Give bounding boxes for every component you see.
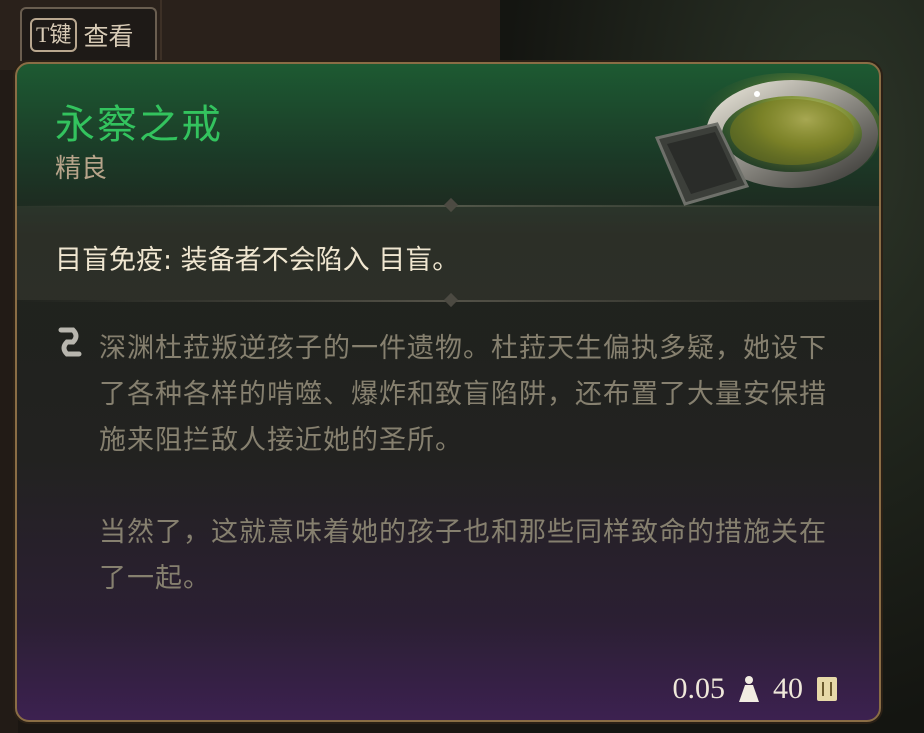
scroll-icon bbox=[58, 327, 82, 357]
lore-paragraph: 深渊杜菈叛逆孩子的一件遗物。杜菈天生偏执多疑，她设下了各种各样的啃噬、爆炸和致盲… bbox=[99, 333, 827, 456]
item-name: 永察之戒 bbox=[55, 102, 223, 148]
lore-paragraph: 当然了，这就意味着她的孩子也和那些同样致命的措施关在了一起。 bbox=[99, 517, 827, 594]
item-lore: 深渊杜菈叛逆孩子的一件遗物。杜菈天生偏执多疑，她设下了各种各样的啃噬、爆炸和致盲… bbox=[99, 326, 849, 602]
item-stats: 0.05 40 bbox=[673, 672, 840, 706]
item-weight: 0.05 bbox=[672, 672, 726, 705]
key-cap: T键 bbox=[30, 18, 78, 52]
item-tooltip: 永察之戒 精良 目盲免疫: 装备者不会陷入 目盲。 深渊杜菈叛逆孩子的一件遗物。… bbox=[15, 62, 881, 722]
weight-icon bbox=[739, 676, 759, 702]
passive-effect: 目盲免疫: 装备者不会陷入 目盲。 bbox=[55, 245, 460, 276]
item-rarity: 精良 bbox=[55, 154, 108, 184]
passive-section: 目盲免疫: 装备者不会陷入 目盲。 bbox=[17, 206, 879, 300]
inspect-key-hint[interactable]: T键 查看 bbox=[20, 7, 157, 61]
item-value: 40 bbox=[773, 672, 803, 705]
gold-icon bbox=[817, 677, 837, 701]
inspect-label: 查看 bbox=[83, 22, 134, 51]
